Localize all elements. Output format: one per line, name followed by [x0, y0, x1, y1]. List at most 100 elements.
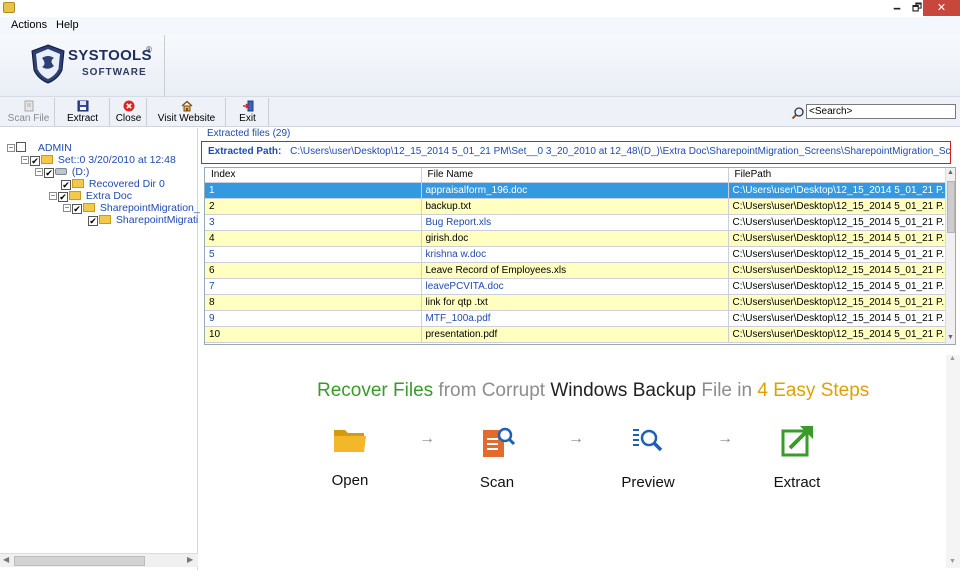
- logo-registered: ®: [146, 45, 152, 54]
- cell-file-name: Leave Record of Employees.xls: [421, 262, 729, 279]
- step-label-open: Open: [331, 472, 369, 489]
- close-button[interactable]: Close: [111, 98, 147, 126]
- cell-index: 3: [205, 214, 422, 231]
- extract-icon: [781, 426, 813, 457]
- close-window-button[interactable]: ✕: [923, 0, 960, 16]
- scroll-left-icon[interactable]: ◀: [3, 555, 9, 564]
- arrow-icon: →: [717, 430, 733, 447]
- collapse-icon[interactable]: −: [35, 168, 43, 176]
- extracted-path-box: Extracted Path: C:\Users\user\Desktop\12…: [201, 141, 951, 164]
- collapse-icon[interactable]: −: [63, 204, 71, 212]
- cell-file-name: leavePCVITA.doc: [421, 278, 729, 295]
- step-label-extract: Extract: [773, 474, 821, 491]
- cell-file-name: MTF_100a.pdf: [421, 310, 729, 327]
- cell-index: 8: [205, 294, 422, 311]
- cell-index: 4: [205, 230, 422, 247]
- menu-help[interactable]: Help: [56, 19, 79, 31]
- cell-filepath: C:\Users\user\Desktop\12_15_2014 5_01_21…: [728, 294, 946, 311]
- extracted-path-value: C:\Users\user\Desktop\12_15_2014 5_01_21…: [290, 146, 951, 157]
- scroll-thumb[interactable]: [947, 181, 955, 233]
- scroll-down-icon[interactable]: ▼: [949, 558, 956, 565]
- cell-index: 2: [205, 198, 422, 215]
- cell-filepath: C:\Users\user\Desktop\12_15_2014 5_01_21…: [728, 214, 946, 231]
- tree-label-drive: (D:): [71, 166, 90, 178]
- file-table: Index File Name FilePath 1 appraisalform_…: [204, 167, 956, 345]
- checkbox[interactable]: ✔: [58, 192, 68, 202]
- table-row[interactable]: 1 appraisalform_196.doc C:\Users\user\Desk…: [205, 182, 946, 199]
- collapse-icon[interactable]: −: [49, 192, 57, 200]
- cell-index: 10: [205, 326, 422, 343]
- search-input[interactable]: [806, 104, 956, 119]
- extract-label: Extract: [66, 113, 99, 124]
- visit-website-button[interactable]: Visit Website: [148, 98, 226, 126]
- table-vertical-scrollbar[interactable]: ▲ ▼: [945, 168, 955, 344]
- table-row[interactable]: 2 backup.txt C:\Users\user\Desktop\12_15_2…: [205, 198, 946, 215]
- menu-actions[interactable]: Actions: [11, 19, 47, 31]
- checkbox[interactable]: ✔: [88, 216, 98, 226]
- scan-document-icon: [483, 427, 516, 457]
- column-header-filepath[interactable]: FilePath: [728, 168, 946, 183]
- cell-file-name: girish.doc: [421, 230, 729, 247]
- scan-file-button[interactable]: Scan File: [3, 98, 55, 126]
- cell-index: 9: [205, 310, 422, 327]
- tree-label-sharepoint-1: SharepointMigration_: [99, 202, 200, 214]
- cell-file-name: krishna w.doc: [421, 246, 729, 263]
- cell-filepath: C:\Users\user\Desktop\12_15_2014 5_01_21…: [728, 230, 946, 247]
- checkbox[interactable]: ✔: [61, 180, 71, 190]
- table-row[interactable]: 8 link for qtp .txt C:\Users\user\Desktop\…: [205, 294, 946, 311]
- scroll-right-icon[interactable]: ▶: [187, 555, 193, 564]
- checkbox[interactable]: ✔: [44, 168, 54, 178]
- folder-icon: [69, 191, 81, 200]
- minimize-button[interactable]: 🗕: [886, 0, 908, 16]
- checkbox[interactable]: [16, 142, 26, 152]
- promo-scrollbar[interactable]: ▲ ▼: [946, 355, 960, 568]
- column-header-file-name[interactable]: File Name: [421, 168, 729, 183]
- exit-button[interactable]: Exit: [227, 98, 269, 126]
- scroll-up-icon[interactable]: ▲: [949, 355, 956, 362]
- scroll-up-icon[interactable]: ▲: [947, 169, 954, 176]
- checkbox[interactable]: ✔: [30, 156, 40, 166]
- cell-index: 1: [205, 182, 422, 199]
- table-row[interactable]: 9 MTF_100a.pdf C:\Users\user\Desktop\12_15…: [205, 310, 946, 327]
- tree-item-set[interactable]: − ✔ Set::0 3/20/2010 at 12:48: [21, 154, 176, 166]
- cell-file-name: Bug Report.xls: [421, 214, 729, 231]
- promo-title-part: File in: [696, 380, 758, 401]
- tree-item-admin[interactable]: − ADMIN: [7, 142, 72, 154]
- tree-item-extra-doc[interactable]: − ✔ Extra Doc: [49, 190, 132, 202]
- tree-horizontal-scrollbar[interactable]: ◀ ▶: [0, 553, 198, 567]
- open-folder-icon: [334, 430, 366, 452]
- close-icon: [123, 100, 134, 112]
- drive-icon: [55, 168, 67, 175]
- app-icon: [3, 2, 15, 13]
- scroll-thumb[interactable]: [14, 556, 145, 566]
- search-icon[interactable]: [791, 106, 805, 120]
- tree-item-recovered-dir[interactable]: ✔ Recovered Dir 0: [60, 178, 165, 190]
- checkbox[interactable]: ✔: [72, 204, 82, 214]
- menu-bar: Actions Help: [0, 17, 960, 35]
- table-row[interactable]: 10 presentation.pdf C:\Users\user\Desktop\…: [205, 326, 946, 343]
- table-row[interactable]: 4 girish.doc C:\Users\user\Desktop\12_15_2…: [205, 230, 946, 247]
- arrow-icon: →: [419, 430, 435, 447]
- cell-filepath: C:\Users\user\Desktop\12_15_2014 5_01_21…: [728, 310, 946, 327]
- promo-title: Recover Files from Corrupt Windows Backu…: [317, 380, 869, 402]
- tree-item-sharepoint-2[interactable]: ✔ SharepointMigrati: [87, 214, 198, 226]
- collapse-icon[interactable]: −: [7, 144, 15, 152]
- folder-icon: [41, 155, 53, 164]
- visit-website-label: Visit Website: [157, 113, 216, 124]
- table-row[interactable]: 3 Bug Report.xls C:\Users\user\Desktop\12_…: [205, 214, 946, 231]
- exit-icon: [242, 100, 253, 112]
- table-row[interactable]: 6 Leave Record of Employees.xls C:\Users\u…: [205, 262, 946, 279]
- tree-item-sharepoint-1[interactable]: − ✔ SharepointMigration_: [63, 202, 200, 214]
- extract-button[interactable]: Extract: [56, 98, 110, 126]
- promo-title-part: Recover Files: [317, 380, 434, 401]
- extracted-path-label: Extracted Path:: [208, 146, 282, 157]
- collapse-icon[interactable]: −: [21, 156, 29, 164]
- folder-icon: [99, 215, 111, 224]
- column-header-index[interactable]: Index: [205, 168, 422, 183]
- cell-filepath: C:\Users\user\Desktop\12_15_2014 5_01_21…: [728, 198, 946, 215]
- table-row[interactable]: 5 krishna w.doc C:\Users\user\Desktop\12_1…: [205, 246, 946, 263]
- tree-item-drive[interactable]: − ✔ (D:): [35, 166, 89, 178]
- table-row[interactable]: 7 leavePCVITA.doc C:\Users\user\Desktop\12…: [205, 278, 946, 295]
- promo-title-part: from Corrupt: [433, 380, 551, 401]
- scroll-down-icon[interactable]: ▼: [947, 334, 954, 341]
